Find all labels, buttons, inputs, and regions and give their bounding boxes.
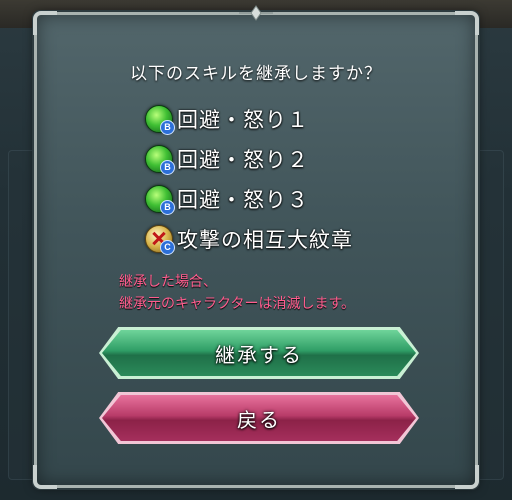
skill-name: 回避・怒り３ xyxy=(177,188,309,212)
ornament-icon xyxy=(239,5,273,21)
crossed-swords-orb-icon: C xyxy=(145,225,175,255)
corner-decoration xyxy=(33,465,57,489)
back-button-label: 戻る xyxy=(237,407,281,432)
green-orb-icon: B xyxy=(145,105,175,135)
skill-list: B 回避・怒り１ B 回避・怒り２ B 回避・怒り３ C 攻撃の相互大紋章 xyxy=(145,99,353,259)
skill-slot-badge: B xyxy=(160,120,175,135)
skill-slot-badge: B xyxy=(160,200,175,215)
skill-slot-badge: B xyxy=(160,160,175,175)
corner-decoration xyxy=(33,11,57,35)
skill-name: 回避・怒り２ xyxy=(177,148,309,172)
skill-name: 回避・怒り１ xyxy=(177,108,309,132)
inherit-skill-dialog: 以下のスキルを継承しますか？ B 回避・怒り１ B 回避・怒り２ B 回避・怒り… xyxy=(33,5,479,489)
confirm-button-label: 継承する xyxy=(215,342,303,367)
skill-item: B 回避・怒り３ xyxy=(145,179,353,219)
skill-item: C 攻撃の相互大紋章 xyxy=(145,219,353,259)
skill-name: 攻撃の相互大紋章 xyxy=(177,228,353,252)
skill-item: B 回避・怒り２ xyxy=(145,139,353,179)
green-orb-icon: B xyxy=(145,185,175,215)
back-button[interactable]: 戻る xyxy=(99,392,419,444)
warning-message: 継承した場合、 継承元のキャラクターは消滅します。 xyxy=(119,271,355,315)
skill-item: B 回避・怒り１ xyxy=(145,99,353,139)
warning-line: 継承元のキャラクターは消滅します。 xyxy=(119,296,356,312)
dialog-question: 以下のスキルを継承しますか？ xyxy=(130,64,382,84)
corner-decoration xyxy=(455,11,479,35)
warning-line: 継承した場合、 xyxy=(119,274,217,290)
confirm-inherit-button[interactable]: 継承する xyxy=(99,327,419,379)
green-orb-icon: B xyxy=(145,145,175,175)
skill-slot-badge: C xyxy=(160,240,175,255)
corner-decoration xyxy=(455,465,479,489)
